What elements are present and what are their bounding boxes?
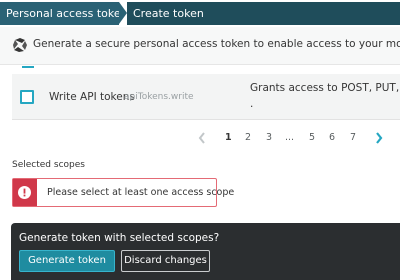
selected-scopes-label: Selected scopes [12,160,85,170]
page-3[interactable]: 3 [266,132,272,143]
page-2[interactable]: 2 [245,132,251,143]
info-text: Generate a secure personal access token … [33,38,400,50]
chevron-left-icon[interactable] [197,131,207,145]
page-6[interactable]: 6 [329,132,335,143]
table-row: Write API tokens apiTokens.write Grants … [12,74,400,120]
page-1[interactable]: 1 [225,132,232,143]
scope-id: apiTokens.write [124,92,194,102]
confirm-panel: Generate token with selected scopes? Gen… [11,223,400,280]
breadcrumb-separator [119,2,127,24]
scope-title: Write API tokens [49,91,135,103]
discard-changes-button[interactable]: Discard changes [121,250,210,272]
alert-icon [18,186,31,199]
info-banner: Generate a secure personal access token … [0,27,400,64]
scope-description: Grants access to POST, PUT, and DEL [250,82,400,94]
error-strip [13,179,37,206]
error-message: Please select at least one access scope [12,178,234,207]
dynatrace-logo-icon [13,38,27,52]
page-ellipsis: ... [285,132,295,143]
previous-row-edge [22,65,34,68]
pagination: 1 2 3 ... 5 6 7 [0,128,400,150]
confirm-title: Generate token with selected scopes? [19,232,220,244]
breadcrumb: Personal access tokens Create token [0,0,400,27]
divider [0,64,400,65]
page-7[interactable]: 7 [350,132,356,143]
page-5[interactable]: 5 [309,132,315,143]
breadcrumb-personal-access-tokens[interactable]: Personal access tokens [0,2,133,25]
scope-checkbox[interactable] [20,90,34,104]
breadcrumb-create-token: Create token [127,2,400,25]
generate-token-button[interactable]: Generate token [19,250,115,272]
chevron-right-icon[interactable] [374,131,384,145]
scope-description-tail: . [250,98,254,110]
error-text: Please select at least one access scope [47,187,235,198]
